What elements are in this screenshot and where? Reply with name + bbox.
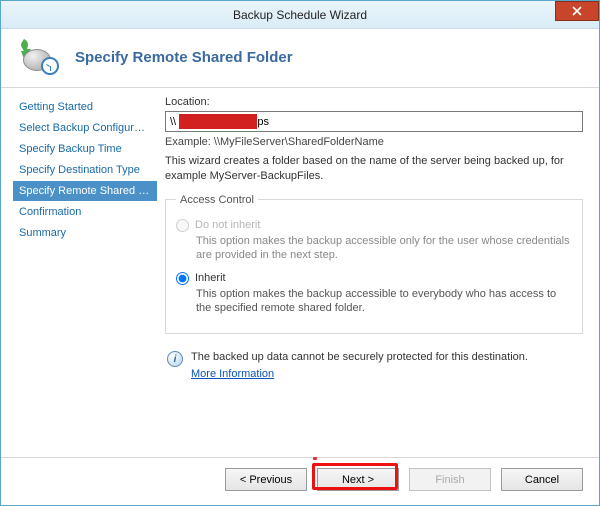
wizard-window: Backup Schedule Wizard Specify Remote Sh…: [0, 0, 600, 506]
radio-do-not-inherit-input: [176, 219, 189, 232]
info-row: i The backed up data cannot be securely …: [167, 350, 581, 382]
location-example: Example: \\MyFileServer\SharedFolderName: [165, 136, 583, 148]
step-specify-destination-type[interactable]: Specify Destination Type: [13, 160, 157, 180]
step-specify-remote-shared-folder[interactable]: Specify Remote Shared F...: [13, 181, 157, 201]
radio-do-not-inherit-label: Do not inherit: [195, 218, 260, 232]
step-select-backup-config[interactable]: Select Backup Configurat...: [13, 118, 157, 138]
wizard-footer: < Previous Next > Finish Cancel: [1, 457, 599, 505]
info-text: The backed up data cannot be securely pr…: [191, 351, 528, 363]
window-title: Backup Schedule Wizard: [1, 8, 599, 22]
location-field-wrap: [165, 111, 583, 132]
location-label: Location:: [165, 96, 583, 108]
radio-inherit-label: Inherit: [195, 271, 226, 285]
radio-inherit[interactable]: Inherit: [176, 271, 572, 285]
titlebar: Backup Schedule Wizard: [1, 1, 599, 29]
inherit-description: This option makes the backup accessible …: [196, 287, 572, 316]
step-sidebar: Getting Started Select Backup Configurat…: [1, 88, 157, 457]
wizard-body: Getting Started Select Backup Configurat…: [1, 88, 599, 457]
content-pane: Location: Example: \\MyFileServer\Shared…: [157, 88, 599, 457]
step-getting-started[interactable]: Getting Started: [13, 97, 157, 117]
step-summary[interactable]: Summary: [13, 223, 157, 243]
radio-inherit-input[interactable]: [176, 272, 189, 285]
annotation-dot: [313, 457, 317, 460]
info-icon: i: [167, 351, 183, 367]
step-confirmation[interactable]: Confirmation: [13, 202, 157, 222]
radio-do-not-inherit: Do not inherit: [176, 218, 572, 232]
close-button[interactable]: [555, 1, 599, 21]
next-button[interactable]: Next >: [317, 468, 399, 491]
more-information-link[interactable]: More Information: [191, 367, 274, 382]
location-input[interactable]: [165, 111, 583, 132]
access-control-group: Access Control Do not inherit This optio…: [165, 194, 583, 335]
previous-button[interactable]: < Previous: [225, 468, 307, 491]
do-not-inherit-description: This option makes the backup accessible …: [196, 234, 572, 263]
wizard-header: Specify Remote Shared Folder: [1, 29, 599, 88]
cancel-button[interactable]: Cancel: [501, 468, 583, 491]
finish-button: Finish: [409, 468, 491, 491]
step-specify-backup-time[interactable]: Specify Backup Time: [13, 139, 157, 159]
info-text-block: The backed up data cannot be securely pr…: [191, 350, 528, 382]
page-title: Specify Remote Shared Folder: [75, 49, 293, 66]
access-control-legend: Access Control: [176, 194, 258, 206]
backup-schedule-icon: [15, 39, 59, 75]
location-description: This wizard creates a folder based on th…: [165, 154, 583, 184]
